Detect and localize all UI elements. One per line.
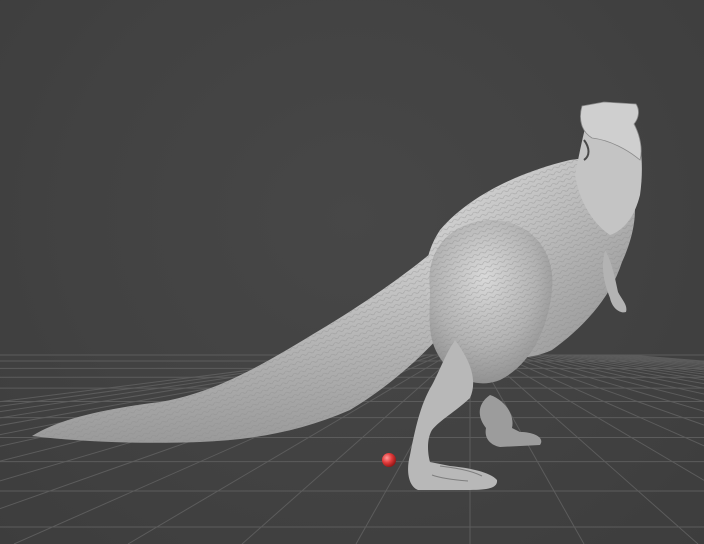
- left-leg: [479, 395, 542, 447]
- grid-line: [476, 354, 585, 544]
- 3d-viewport[interactable]: [0, 0, 704, 544]
- grid-line: [577, 354, 704, 371]
- grid-line: [498, 354, 704, 447]
- grid-line: [513, 354, 704, 412]
- grid-line: [505, 354, 704, 426]
- grid-line: [484, 354, 699, 544]
- grid-line: [556, 354, 704, 378]
- grid-line: [491, 354, 704, 481]
- grid-line: [585, 354, 704, 369]
- dinosaur-model[interactable]: [32, 101, 642, 490]
- pivot-marker[interactable]: [382, 453, 396, 467]
- scene: [0, 101, 704, 544]
- grid-line: [534, 354, 704, 389]
- grid-line: [613, 354, 704, 364]
